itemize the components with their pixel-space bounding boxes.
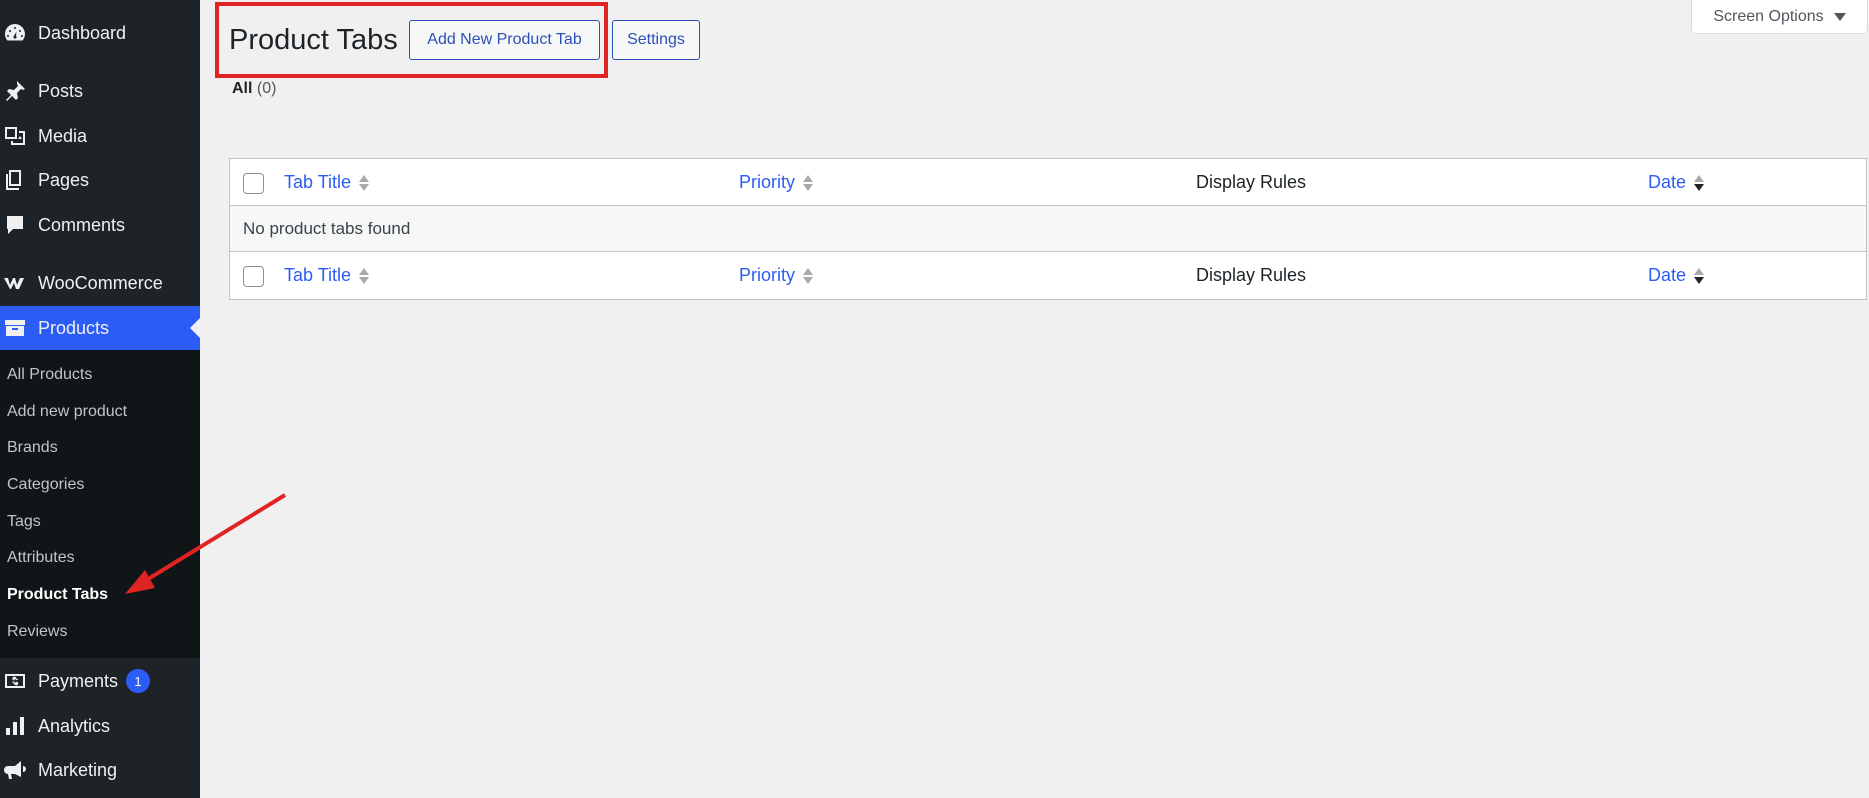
woocommerce-icon [0, 261, 38, 305]
submenu-brands[interactable]: Brands [7, 437, 58, 459]
menu-item-comments[interactable]: Comments [0, 203, 200, 247]
settings-button[interactable]: Settings [612, 20, 700, 60]
column-tab-title-footer[interactable]: Tab Title [284, 252, 370, 299]
filter-all-count: (0) [256, 80, 277, 97]
menu-item-label: Analytics [38, 715, 111, 736]
submenu-tags[interactable]: Tags [7, 511, 41, 533]
submenu-add-new-product[interactable]: Add new product [7, 401, 127, 423]
column-label: Priority [739, 172, 796, 192]
filter-all-link[interactable]: All [232, 80, 252, 97]
submenu-all-products[interactable]: All Products [7, 364, 92, 386]
annotation-arrow-icon [125, 493, 287, 594]
column-priority[interactable]: Priority [739, 159, 814, 206]
submenu-categories[interactable]: Categories [7, 474, 84, 496]
payments-badge: 1 [126, 669, 151, 693]
menu-item-label: Posts [38, 80, 84, 101]
menu-item-dashboard[interactable]: Dashboard [0, 11, 200, 55]
bar-chart-icon [0, 704, 38, 748]
menu-item-label: WooCommerce [38, 272, 163, 293]
menu-item-pages[interactable]: Pages [0, 158, 200, 202]
sort-desc-icon [1694, 267, 1705, 284]
sort-desc-icon [1694, 174, 1705, 191]
megaphone-icon [0, 748, 38, 792]
menu-item-payments[interactable]: Payments 1 [0, 659, 200, 703]
pages-icon [0, 158, 38, 202]
column-date-footer[interactable]: Date [1648, 252, 1705, 299]
status-filter: All (0) [232, 80, 276, 98]
screen-options-label: Screen Options [1713, 7, 1824, 25]
menu-item-label: Dashboard [38, 22, 127, 43]
menu-item-label: Comments [38, 214, 126, 235]
menu-item-posts[interactable]: Posts [0, 69, 200, 113]
column-label: Date [1648, 172, 1687, 192]
triangle-down-icon [1833, 12, 1846, 21]
submenu-reviews[interactable]: Reviews [7, 621, 67, 643]
menu-item-label: Marketing [38, 759, 118, 780]
comment-icon [0, 203, 38, 247]
sort-icon [359, 174, 370, 191]
select-all-checkbox[interactable] [243, 173, 264, 194]
payments-icon [0, 659, 38, 703]
menu-item-woocommerce[interactable]: WooCommerce [0, 261, 200, 305]
screen-options-button[interactable]: Screen Options [1691, 0, 1868, 34]
submenu-product-tabs[interactable]: Product Tabs [7, 584, 108, 606]
admin-sidebar: Dashboard Posts Media Pages Comments Woo… [0, 0, 200, 798]
column-label: Tab Title [284, 172, 352, 192]
column-priority-footer[interactable]: Priority [739, 252, 814, 299]
menu-item-label: Products [38, 317, 110, 338]
column-label: Date [1648, 265, 1687, 285]
table-empty-row: No product tabs found [230, 206, 1866, 252]
column-display-rules-footer: Display Rules [1196, 265, 1307, 285]
menu-item-label: Pages [38, 169, 90, 190]
sort-icon [803, 174, 814, 191]
column-label: Priority [739, 265, 796, 285]
menu-item-analytics[interactable]: Analytics [0, 704, 200, 748]
sort-icon [803, 267, 814, 284]
column-tab-title[interactable]: Tab Title [284, 159, 370, 206]
sort-icon [359, 267, 370, 284]
table-footer-row: Tab Title Priority Display Rules Date [230, 252, 1866, 299]
dashboard-icon [0, 11, 38, 55]
menu-item-media[interactable]: Media [0, 114, 200, 158]
pin-icon [0, 69, 38, 113]
menu-item-label: Media [38, 125, 88, 146]
empty-message: No product tabs found [243, 219, 411, 238]
submenu-attributes[interactable]: Attributes [7, 547, 75, 569]
column-display-rules: Display Rules [1196, 172, 1307, 192]
product-tabs-table: Tab Title Priority Display Rules Date No… [229, 158, 1867, 300]
select-all-checkbox-footer[interactable] [243, 266, 264, 287]
archive-icon [0, 306, 38, 350]
media-icon [0, 114, 38, 158]
menu-item-label: Payments [38, 670, 119, 691]
menu-item-marketing[interactable]: Marketing [0, 748, 200, 792]
menu-item-products[interactable]: Products [0, 306, 200, 350]
products-submenu: All Products Add new product Brands Cate… [0, 350, 200, 658]
add-new-product-tab-button[interactable]: Add New Product Tab [409, 20, 600, 60]
column-date[interactable]: Date [1648, 159, 1705, 206]
column-label: Tab Title [284, 265, 352, 285]
page-title: Product Tabs [229, 24, 398, 56]
table-header-row: Tab Title Priority Display Rules Date [230, 159, 1866, 206]
